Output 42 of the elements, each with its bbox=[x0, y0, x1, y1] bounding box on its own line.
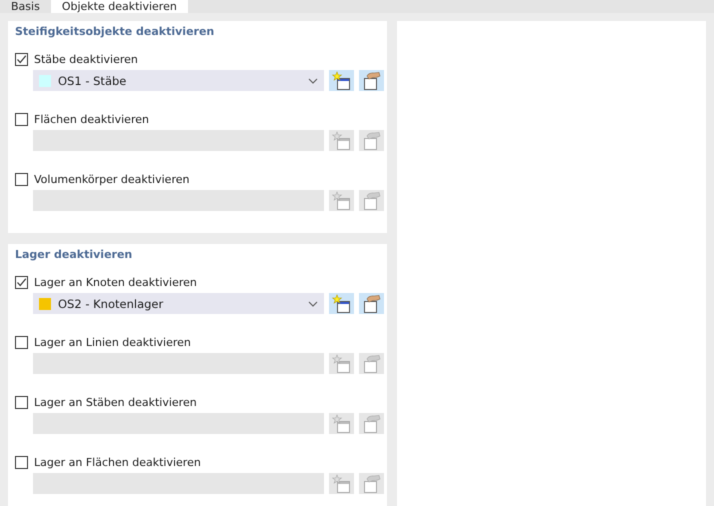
checkbox-label: Lager an Flächen deaktivieren bbox=[34, 456, 201, 468]
pick-object-button[interactable] bbox=[359, 70, 384, 91]
checkbox[interactable] bbox=[15, 52, 28, 66]
checkbox-label: Lager an Knoten deaktivieren bbox=[34, 276, 197, 288]
window-hand-icon bbox=[362, 190, 382, 210]
checkbox-label: Lager an Stäben deaktivieren bbox=[34, 396, 197, 408]
caret-icon bbox=[308, 300, 318, 306]
checkbox[interactable] bbox=[15, 276, 28, 288]
pick-object-button[interactable] bbox=[359, 293, 384, 314]
tab[interactable]: Objekte deaktivieren bbox=[50, 0, 188, 13]
checkbox-label: Stäbe deaktivieren bbox=[34, 52, 138, 66]
window-star-icon bbox=[332, 70, 352, 90]
checkbox[interactable] bbox=[15, 336, 28, 348]
window-hand-icon bbox=[362, 294, 382, 314]
window-hand-icon bbox=[362, 70, 382, 90]
window-star-icon bbox=[332, 130, 352, 150]
group-title: Steifigkeitsobjekte deaktivieren bbox=[15, 25, 216, 40]
checkbox[interactable] bbox=[15, 396, 28, 408]
caret-icon bbox=[308, 78, 318, 84]
window-hand-icon bbox=[362, 474, 382, 494]
window-hand-icon bbox=[362, 414, 382, 434]
checkbox-label: Volumenkörper deaktivieren bbox=[34, 172, 190, 186]
new-object-button[interactable] bbox=[329, 293, 354, 314]
checkbox[interactable] bbox=[15, 172, 28, 186]
window-star-icon bbox=[332, 474, 352, 494]
object-selection-dropdown[interactable]: OS2 - Knotenlager bbox=[33, 293, 324, 314]
window-star-icon bbox=[332, 354, 352, 374]
dropdown-value: OS1 - Stäbe bbox=[58, 74, 128, 88]
tab[interactable]: Basis bbox=[0, 0, 51, 13]
window-hand-icon bbox=[362, 130, 382, 150]
new-object-button[interactable] bbox=[329, 70, 354, 91]
object-selection-dropdown[interactable]: OS1 - Stäbe bbox=[33, 70, 324, 91]
checkbox-label: Lager an Linien deaktivieren bbox=[34, 336, 191, 348]
checkbox[interactable] bbox=[15, 112, 28, 126]
window-hand-icon bbox=[362, 354, 382, 374]
group-title: Lager deaktivieren bbox=[15, 248, 134, 263]
window-star-icon bbox=[332, 190, 352, 210]
window-star-icon bbox=[332, 294, 352, 314]
window-star-icon bbox=[332, 414, 352, 434]
checkbox-label: Flächen deaktivieren bbox=[34, 112, 149, 126]
checkbox[interactable] bbox=[15, 456, 28, 468]
dropdown-value: OS2 - Knotenlager bbox=[58, 296, 164, 310]
